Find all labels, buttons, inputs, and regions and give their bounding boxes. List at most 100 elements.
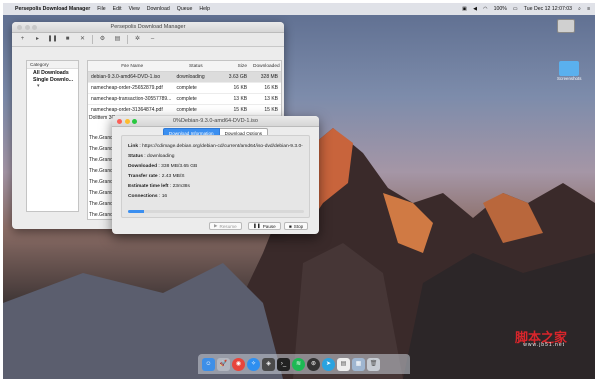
status-value: downloading: [147, 154, 175, 159]
minimize-tray-icon[interactable]: –: [147, 35, 158, 44]
partial-row[interactable]: The.Grand.: [89, 168, 114, 174]
category-single-downloads[interactable]: Single Downlo...: [27, 76, 78, 83]
folder-icon[interactable]: ▦: [352, 357, 365, 371]
download-info-panel: Link : https://cdimage.debian.org/debian…: [121, 135, 310, 218]
clock[interactable]: Tue Dec 12 12:07:03: [524, 6, 572, 12]
minimize-icon[interactable]: [24, 24, 30, 30]
add-link-icon[interactable]: +: [17, 35, 28, 44]
rate-value: 2.43 MB/S: [161, 174, 185, 179]
settings-icon[interactable]: ✲: [132, 35, 143, 44]
download-progress-bar: [128, 210, 304, 213]
col-status[interactable]: Status: [173, 64, 215, 69]
downloaded-value: 338 MB/3.65 GB: [161, 164, 198, 169]
progress-icon[interactable]: ▤: [112, 35, 123, 44]
telegram-icon[interactable]: ➤: [322, 357, 335, 371]
toolbar-divider: [127, 35, 128, 44]
safari-icon[interactable]: ✧: [247, 357, 260, 371]
cell-size: 13 KB: [233, 96, 248, 102]
resume-icon[interactable]: ▸: [32, 35, 43, 44]
cell-downloaded: 13 KB: [264, 96, 278, 102]
partial-row[interactable]: The.Grand.: [89, 135, 114, 141]
pause-label: Pause: [262, 223, 276, 229]
menu-edit[interactable]: Edit: [113, 6, 122, 12]
col-size[interactable]: Size: [215, 64, 253, 69]
volume-icon[interactable]: ◀: [473, 6, 477, 12]
downloaded-label: Downloaded: [128, 164, 158, 169]
cell-status: downloading: [176, 74, 205, 80]
finder-icon[interactable]: ☺: [202, 357, 215, 371]
desktop: Persepolis Download Manager File Edit Vi…: [3, 3, 595, 379]
connections-line: Connections : 16: [128, 194, 168, 199]
link-line: Link : https://cdimage.debian.org/debian…: [128, 144, 303, 149]
progress-dialog: 0%Debian-9.3.0-amd64-DVD-1.iso Download …: [112, 116, 319, 234]
category-header: Category: [27, 61, 78, 69]
stop-button[interactable]: ■ Stop: [284, 222, 309, 230]
cell-status: complete: [176, 107, 197, 113]
link-label: Link: [128, 144, 139, 149]
battery-percent[interactable]: 100%: [494, 6, 507, 12]
spotify-icon[interactable]: ≋: [292, 357, 305, 371]
persepolis-icon[interactable]: ◈: [262, 357, 275, 371]
partial-row[interactable]: The.Grand.: [89, 190, 114, 196]
cell-file-name: debian-9.3.0-amd64-DVD-1.iso: [91, 74, 161, 80]
desktop-drive[interactable]: [557, 19, 575, 33]
remove-icon[interactable]: ✕: [77, 35, 88, 44]
table-row[interactable]: namecheap-transaction-30557789... comple…: [88, 94, 281, 105]
link-value: https://cdimage.debian.org/debian-cd/cur…: [142, 144, 303, 149]
close-icon[interactable]: [17, 24, 22, 30]
rate-label: Transfer rate: [128, 174, 158, 179]
trash-icon[interactable]: 🗑: [367, 357, 380, 371]
document-icon[interactable]: ▤: [337, 357, 350, 371]
resume-button[interactable]: ▶ Resume: [209, 222, 242, 230]
table-row[interactable]: debian-9.3.0-amd64-DVD-1.iso downloading…: [88, 72, 281, 83]
table-header: File Name Status Size Downloaded: [88, 61, 281, 72]
desktop-screenshots-folder[interactable]: Screenshots: [557, 61, 581, 81]
search-icon[interactable]: ⌕: [578, 6, 581, 13]
eta-label: Estimate time left: [128, 184, 169, 189]
connections-value: 16: [161, 194, 168, 199]
chrome-icon[interactable]: ◉: [232, 357, 245, 371]
menu-file[interactable]: File: [97, 6, 105, 12]
menu-list-icon[interactable]: ≡: [587, 6, 590, 12]
partial-row[interactable]: The.Grand.: [89, 201, 114, 207]
properties-icon[interactable]: ⚙: [97, 35, 108, 44]
main-titlebar[interactable]: Persepolis Download Manager: [12, 22, 284, 33]
partial-row[interactable]: The.Grand.: [89, 212, 114, 218]
github-icon[interactable]: ⊛: [307, 357, 320, 371]
partial-row[interactable]: The.Grand.: [89, 157, 114, 163]
wifi-icon[interactable]: ◠: [483, 6, 488, 12]
cell-downloaded: 16 KB: [264, 85, 278, 91]
main-toolbar: + ▸ ❚❚ ■ ✕ ⚙ ▤ ✲ –: [12, 33, 284, 47]
battery-icon: ▭: [512, 6, 518, 12]
menu-view[interactable]: View: [129, 6, 140, 12]
persepolis-tray-icon[interactable]: ▣: [462, 6, 467, 12]
folder-label: Screenshots: [557, 76, 582, 81]
partial-row[interactable]: The.Grand.: [89, 179, 114, 185]
dialog-titlebar[interactable]: 0%Debian-9.3.0-amd64-DVD-1.iso: [112, 116, 319, 127]
zoom-icon[interactable]: [132, 118, 137, 124]
menu-download[interactable]: Download: [147, 6, 170, 12]
pause-icon[interactable]: ❚❚: [47, 35, 58, 44]
zoom-icon[interactable]: [32, 24, 37, 30]
stop-icon[interactable]: ■: [62, 35, 73, 44]
menu-app-name[interactable]: Persepolis Download Manager: [15, 6, 90, 12]
launchpad-icon[interactable]: 🚀: [217, 357, 230, 371]
expand-arrow-icon[interactable]: ▾: [27, 83, 78, 89]
close-icon[interactable]: [117, 118, 122, 124]
menu-help[interactable]: Help: [199, 6, 210, 12]
col-downloaded[interactable]: Downloaded: [253, 64, 281, 69]
cell-file-name: namecheap-transaction-30557789...: [91, 96, 172, 102]
category-all-downloads[interactable]: All Downloads: [27, 69, 78, 76]
terminal-icon[interactable]: ›_: [277, 357, 290, 371]
col-file-name[interactable]: File Name: [88, 64, 173, 69]
pause-icon: ❚❚: [253, 223, 261, 228]
table-row[interactable]: namecheap-order-25652879.pdf complete 16…: [88, 83, 281, 94]
menu-queue[interactable]: Queue: [177, 6, 193, 12]
pause-button[interactable]: ❚❚ Pause: [248, 222, 281, 230]
main-window-title: Persepolis Download Manager: [110, 24, 186, 30]
cell-size: 3.63 GB: [228, 74, 248, 80]
minimize-icon[interactable]: [124, 118, 130, 124]
resume-label: Resume: [219, 223, 237, 229]
drive-icon: [557, 19, 575, 33]
partial-row[interactable]: The.Grand.: [89, 146, 114, 152]
